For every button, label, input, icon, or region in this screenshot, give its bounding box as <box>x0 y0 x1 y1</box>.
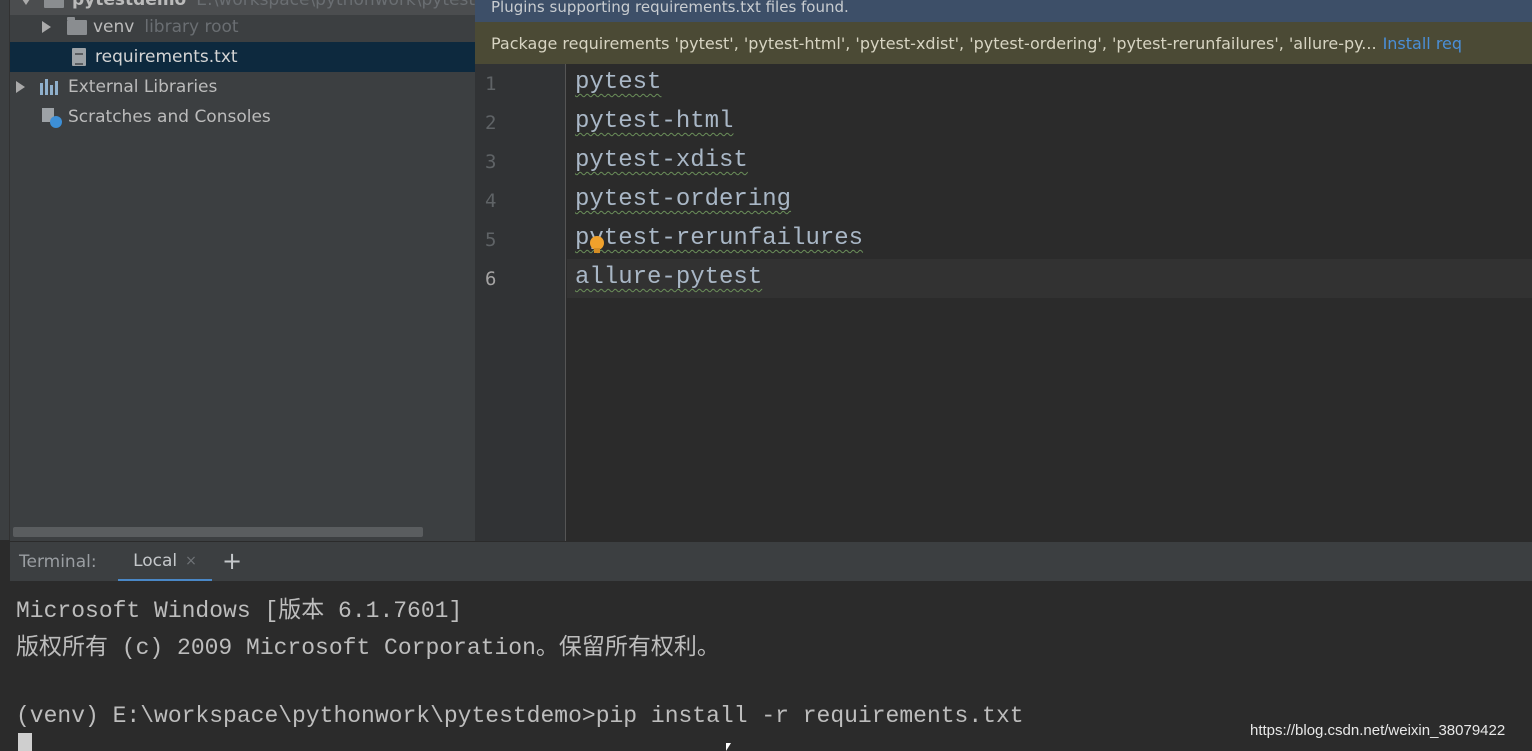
folder-icon <box>44 0 64 8</box>
tree-item-label: External Libraries <box>68 77 218 97</box>
mouse-pointer-icon <box>726 743 731 751</box>
terminal-tool-window-header: Terminal: Local × + <box>10 541 1532 582</box>
tree-root-label: pytestdemo <box>71 0 187 10</box>
tree-item-label: requirements.txt <box>95 47 238 67</box>
code-line[interactable]: pytest-rerunfailures <box>575 225 863 252</box>
plugins-banner-text: Plugins supporting requirements.txt file… <box>491 0 849 16</box>
code-line[interactable]: pytest-html <box>575 108 733 135</box>
terminal-line: Microsoft Windows [版本 6.1.7601] <box>16 598 463 624</box>
line-number: 4 <box>485 190 497 212</box>
folder-icon <box>67 16 87 35</box>
scratch-icon <box>40 106 62 128</box>
library-icon <box>40 79 62 95</box>
tab-local[interactable]: Local × <box>118 542 212 582</box>
terminal-line: (venv) E:\workspace\pythonwork\pytestdem… <box>16 703 1024 729</box>
lightbulb-icon[interactable] <box>590 236 604 253</box>
text-file-icon <box>72 48 86 66</box>
left-tool-strip <box>0 0 10 540</box>
line-number: 6 <box>485 268 497 290</box>
line-number: 5 <box>485 229 497 251</box>
horizontal-scrollbar[interactable] <box>13 527 423 537</box>
tree-item-external-libraries[interactable]: External Libraries <box>10 72 475 102</box>
expand-arrow-icon[interactable] <box>42 21 51 33</box>
terminal-line: 版权所有 (c) 2009 Microsoft Corporation。保留所有… <box>16 635 720 661</box>
editor-area: Plugins supporting requirements.txt file… <box>475 0 1532 541</box>
tree-item-requirements[interactable]: requirements.txt <box>10 42 475 72</box>
terminal-cursor <box>18 733 32 751</box>
expand-arrow-icon[interactable] <box>16 81 25 93</box>
code-line[interactable]: pytest-ordering <box>575 186 791 213</box>
close-icon[interactable]: × <box>185 553 197 569</box>
watermark-url: https://blog.csdn.net/weixin_38079422 <box>1250 722 1506 739</box>
tree-item-scratches[interactable]: Scratches and Consoles <box>10 102 475 132</box>
tab-label: Local <box>133 550 178 571</box>
code-line[interactable]: pytest-xdist <box>575 147 748 174</box>
package-requirements-banner: Package requirements 'pytest', 'pytest-h… <box>475 22 1532 64</box>
package-banner-text: Package requirements 'pytest', 'pytest-h… <box>491 33 1377 53</box>
tree-item-label: venv <box>93 17 135 37</box>
terminal-title: Terminal: <box>19 552 97 572</box>
code-line[interactable]: pytest <box>575 69 661 96</box>
collapse-arrow-icon[interactable] <box>20 0 32 5</box>
add-tab-button[interactable]: + <box>222 547 242 575</box>
plugins-notification-banner: Plugins supporting requirements.txt file… <box>475 0 1532 22</box>
tree-item-sublabel: library root <box>144 17 239 37</box>
line-number: 2 <box>485 112 497 134</box>
editor-gutter[interactable]: 1 2 3 4 5 6 <box>475 64 566 541</box>
code-line[interactable]: allure-pytest <box>575 264 762 291</box>
tree-item-label: Scratches and Consoles <box>68 107 271 127</box>
install-requirements-link[interactable]: Install req <box>1383 34 1462 53</box>
line-number: 1 <box>485 73 497 95</box>
line-number: 3 <box>485 151 497 173</box>
tree-item-venv[interactable]: venv library root <box>10 12 475 42</box>
tree-root-path: E:\workspace\pythonwork\pytest <box>196 0 475 10</box>
project-tree-panel: pytestdemo E:\workspace\pythonwork\pytes… <box>10 0 475 541</box>
